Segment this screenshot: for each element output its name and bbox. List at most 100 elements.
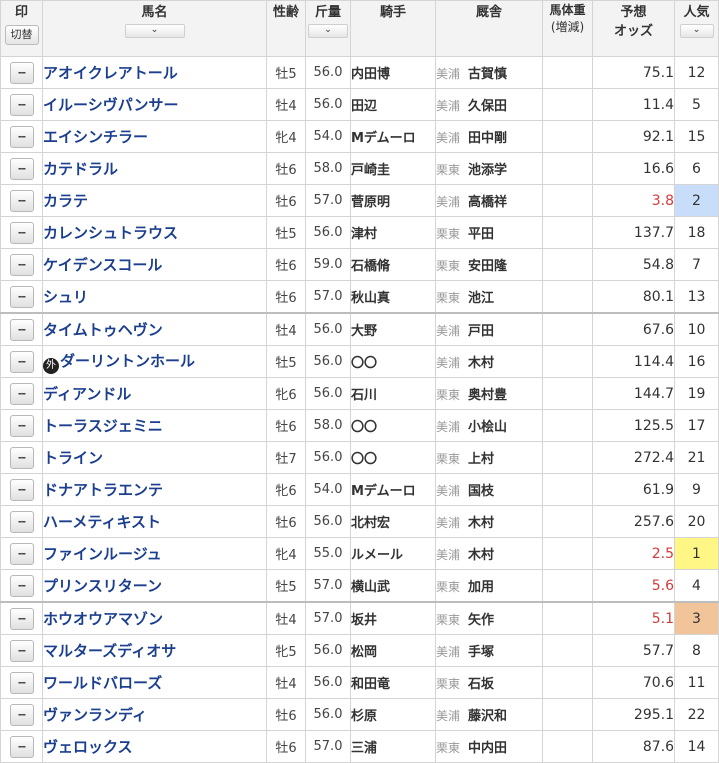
horse-name-link[interactable]: ヴァンランディ: [44, 706, 147, 724]
trainer-link[interactable]: 戸田: [468, 324, 494, 339]
jockey-link[interactable]: 石川: [352, 388, 378, 403]
horse-name-link[interactable]: ハーメティキスト: [44, 513, 162, 531]
horse-name-link[interactable]: シュリ: [44, 288, 89, 306]
horse-name-link[interactable]: ディアンドル: [44, 385, 132, 403]
trainer-link[interactable]: 高橋祥: [468, 195, 507, 210]
trainer-link[interactable]: 加用: [468, 580, 494, 595]
jockey-link[interactable]: 田辺: [352, 99, 378, 114]
horse-name-link[interactable]: イルーシヴパンサー: [44, 96, 179, 114]
mark-button[interactable]: --: [9, 189, 34, 212]
mark-button[interactable]: --: [9, 350, 34, 373]
jockey-link[interactable]: 坂井: [352, 613, 378, 628]
mark-button[interactable]: --: [9, 607, 34, 630]
trainer-link[interactable]: 石坂: [468, 677, 494, 692]
mark-toggle-button[interactable]: 切替: [4, 25, 39, 45]
jockey-cell: ルメール: [350, 537, 436, 570]
mark-button[interactable]: --: [9, 478, 34, 501]
trainer-link[interactable]: 古賀慎: [468, 67, 507, 82]
horse-name-link[interactable]: ファインルージュ: [44, 545, 162, 563]
horse-name-link[interactable]: ホウオウアマゾン: [44, 610, 164, 628]
mark-button[interactable]: --: [9, 285, 34, 308]
mark-button[interactable]: --: [9, 542, 34, 565]
horse-name-link[interactable]: カテドラル: [44, 160, 119, 178]
mark-button[interactable]: --: [9, 253, 34, 276]
trainer-link[interactable]: 平田: [468, 227, 494, 242]
chevron-down-icon[interactable]: ⌄: [124, 24, 185, 38]
odds-header[interactable]: 予想 オッズ: [592, 0, 675, 57]
mark-button[interactable]: --: [9, 61, 34, 84]
mark-button[interactable]: --: [9, 574, 34, 597]
mark-button[interactable]: --: [9, 221, 34, 244]
popularity-header[interactable]: 人気 ⌄: [674, 0, 719, 57]
trainer-link[interactable]: 久保田: [468, 99, 507, 114]
jockey-link[interactable]: 松岡: [352, 645, 378, 660]
trainer-link[interactable]: 奥村豊: [468, 388, 507, 403]
jockey-link[interactable]: 大野: [352, 324, 378, 339]
jockey-link[interactable]: Mデムーロ: [352, 484, 416, 499]
trainer-link[interactable]: 木村: [468, 356, 494, 371]
trainer-link[interactable]: 田中剛: [468, 131, 507, 146]
horse-name-link[interactable]: カレンシュトラウス: [44, 224, 179, 242]
mark-button[interactable]: --: [9, 703, 34, 726]
jockey-link[interactable]: 石橋脩: [352, 259, 391, 274]
mark-button[interactable]: --: [9, 671, 34, 694]
horse-name-link[interactable]: ヴェロックス: [44, 738, 133, 756]
horse-name-link[interactable]: トライン: [44, 449, 104, 467]
horse-name-link[interactable]: マルターズディオサ: [44, 642, 177, 660]
trainer-link[interactable]: 中内田: [468, 741, 507, 756]
chevron-down-icon[interactable]: ⌄: [679, 24, 714, 38]
trainer-link[interactable]: 矢作: [468, 613, 494, 628]
horse-name-link[interactable]: プリンスリターン: [44, 577, 162, 595]
weight-header[interactable]: 斤量 ⌄: [305, 0, 351, 57]
trainer-link[interactable]: 藤沢和: [468, 709, 507, 724]
jockey-link[interactable]: 戸崎圭: [352, 163, 391, 178]
horse-name-link[interactable]: ドナアトラエンテ: [44, 481, 164, 499]
mark-button[interactable]: --: [9, 125, 34, 148]
sex-age-header[interactable]: 性齢: [266, 0, 306, 57]
horse-name-link[interactable]: ワールドバローズ: [44, 674, 163, 692]
mark-button[interactable]: --: [9, 735, 34, 758]
mark-button[interactable]: --: [9, 157, 34, 180]
jockey-link[interactable]: 杉原: [352, 709, 378, 724]
mark-button[interactable]: --: [9, 414, 34, 437]
jockey-link[interactable]: 菅原明: [352, 195, 391, 210]
jockey-link[interactable]: 三浦: [352, 741, 378, 756]
sex-age-cell: 牡6: [266, 248, 306, 281]
trainer-link[interactable]: 池江: [468, 291, 494, 306]
horse-name-header[interactable]: 馬名 ⌄: [42, 0, 267, 57]
jockey-link[interactable]: 〇〇: [352, 356, 378, 371]
trainer-link[interactable]: 国枝: [468, 484, 494, 499]
jockey-link[interactable]: 〇〇: [352, 420, 378, 435]
trainer-link[interactable]: 木村: [468, 548, 494, 563]
jockey-link[interactable]: 内田博: [352, 67, 391, 82]
jockey-link[interactable]: 北村宏: [352, 516, 391, 531]
horse-name-link[interactable]: タイムトゥヘヴン: [44, 321, 163, 339]
jockey-link[interactable]: 津村: [352, 227, 378, 242]
jockey-link[interactable]: ルメール: [352, 548, 404, 563]
mark-button[interactable]: --: [9, 639, 34, 662]
mark-button[interactable]: --: [9, 510, 34, 533]
mark-button[interactable]: --: [9, 382, 34, 405]
trainer-link[interactable]: 木村: [468, 516, 494, 531]
horse-name-link[interactable]: エイシンチラー: [44, 128, 149, 146]
jockey-link[interactable]: 和田竜: [352, 677, 391, 692]
horse-name-link[interactable]: アオイクレアトール: [44, 64, 178, 82]
mark-button[interactable]: --: [9, 93, 34, 116]
jockey-link[interactable]: 〇〇: [352, 452, 378, 467]
trainer-link[interactable]: 池添学: [468, 163, 507, 178]
jockey-link[interactable]: 横山武: [352, 580, 391, 595]
horse-name-link[interactable]: トーラスジェミニ: [44, 417, 163, 435]
trainer-link[interactable]: 上村: [468, 452, 494, 467]
horse-name-link[interactable]: ケイデンスコール: [44, 256, 163, 274]
trainer-link[interactable]: 安田隆: [468, 259, 507, 274]
horse-name-link[interactable]: カラテ: [44, 192, 89, 210]
jockey-link[interactable]: 秋山真: [352, 291, 391, 306]
mark-button[interactable]: --: [9, 318, 34, 341]
mark-button[interactable]: --: [9, 446, 34, 469]
trainer-link[interactable]: 手塚: [468, 645, 494, 660]
stable-region: 美浦: [436, 420, 461, 434]
trainer-link[interactable]: 小桧山: [468, 420, 507, 435]
jockey-link[interactable]: Mデムーロ: [352, 131, 416, 146]
chevron-down-icon[interactable]: ⌄: [308, 24, 348, 38]
horse-name-link[interactable]: ダーリントンホール: [60, 352, 195, 370]
